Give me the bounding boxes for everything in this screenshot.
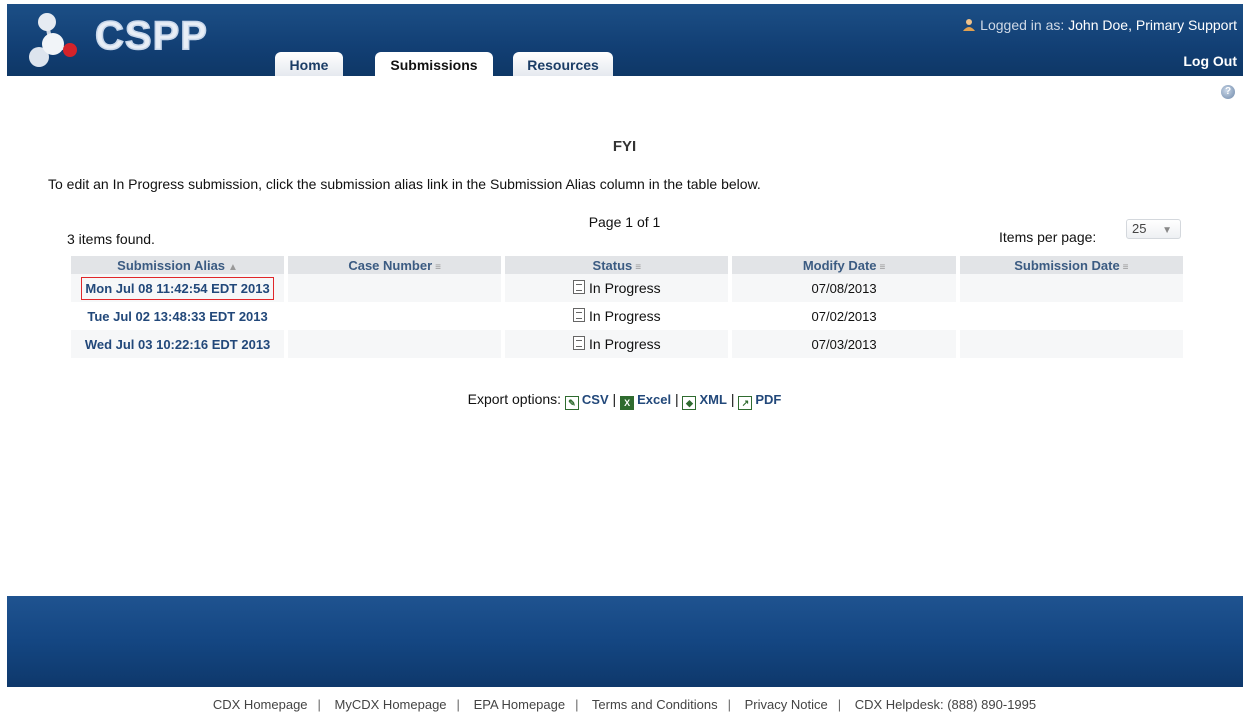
login-prefix: Logged in as: xyxy=(980,17,1065,33)
footer-separator: | xyxy=(456,697,460,712)
table-row: Wed Jul 03 10:22:16 EDT 2013 In Progress… xyxy=(71,330,1183,358)
footer-separator: | xyxy=(727,697,732,712)
instructions-text: To edit an In Progress submission, click… xyxy=(48,176,761,192)
column-header-submission-alias[interactable]: Submission Alias ▲ xyxy=(71,256,285,274)
modify-date-cell: 07/03/2013 xyxy=(732,330,956,358)
footer-separator: | xyxy=(317,697,321,712)
logout-link[interactable]: Log Out xyxy=(1183,53,1237,69)
status-text: In Progress xyxy=(589,280,661,296)
items-per-page-select[interactable]: 25 ▼ xyxy=(1126,219,1181,239)
items-per-page-label: Items per page: xyxy=(999,229,1097,245)
submission-alias-link[interactable]: Wed Jul 03 10:22:16 EDT 2013 xyxy=(85,337,270,352)
case-number-cell xyxy=(288,302,501,330)
footer-link-helpdesk[interactable]: CDX Helpdesk: (888) 890-1995 xyxy=(855,697,1036,712)
footer-separator: | xyxy=(837,697,842,712)
status-cell: In Progress xyxy=(505,274,729,302)
submission-alias-cell: Tue Jul 02 13:48:33 EDT 2013 xyxy=(71,302,284,330)
status-text: In Progress xyxy=(589,308,661,324)
pdf-icon[interactable]: ↗ xyxy=(738,396,753,410)
tab-home[interactable]: Home xyxy=(275,52,343,76)
submissions-table: Submission Alias ▲ Case Number ≡ Status ≡ M… xyxy=(67,256,1187,358)
modify-date-cell: 07/08/2013 xyxy=(732,274,956,302)
footer-separator: | xyxy=(575,697,579,712)
submission-alias-cell: Wed Jul 03 10:22:16 EDT 2013 xyxy=(71,330,285,358)
table-row: Mon Jul 08 11:42:54 EDT 2013 In Progress… xyxy=(71,274,1183,302)
user-name: John Doe, Primary Support xyxy=(1068,17,1237,33)
submission-alias-link[interactable]: Mon Jul 08 11:42:54 EDT 2013 xyxy=(81,276,274,300)
footer-links: CDX Homepage | MyCDX Homepage | EPA Homepa… xyxy=(0,697,1249,712)
footer-link-epa-homepage[interactable]: EPA Homepage xyxy=(474,697,566,712)
help-icon[interactable]: ? xyxy=(1221,85,1235,99)
submission-date-cell xyxy=(959,274,1183,302)
footer-link-cdx-homepage[interactable]: CDX Homepage xyxy=(213,697,308,712)
column-header-submission-date[interactable]: Submission Date ≡ xyxy=(959,256,1183,274)
sort-icon: ≡ xyxy=(1122,261,1129,273)
tab-resources[interactable]: Resources xyxy=(513,52,613,76)
sort-asc-icon: ▲ xyxy=(228,261,238,273)
document-icon xyxy=(573,280,586,294)
items-per-page-value: 25 xyxy=(1132,221,1147,236)
table-row: Tue Jul 02 13:48:33 EDT 2013 In Progress… xyxy=(71,302,1183,330)
submission-alias-cell: Mon Jul 08 11:42:54 EDT 2013 xyxy=(71,274,285,302)
footer-link-privacy[interactable]: Privacy Notice xyxy=(745,697,828,712)
sort-icon: ≡ xyxy=(635,261,642,273)
logo-text: CSPP xyxy=(94,13,208,59)
csv-icon[interactable]: ✎ xyxy=(564,396,579,410)
user-icon xyxy=(963,19,976,31)
submission-date-cell xyxy=(959,330,1183,358)
document-icon xyxy=(573,308,586,322)
footer-band xyxy=(7,596,1243,687)
column-header-modify-date[interactable]: Modify Date ≡ xyxy=(732,256,956,274)
footer-link-terms[interactable]: Terms and Conditions xyxy=(592,697,718,712)
export-options: Export options: ✎ CSV | X Excel | ◆ XML | ↗… xyxy=(467,391,782,410)
export-pdf-link[interactable]: PDF xyxy=(755,392,781,407)
document-icon xyxy=(573,336,586,350)
items-found-count: 3 items found. xyxy=(67,231,155,247)
status-cell: In Progress xyxy=(505,302,728,330)
status-text: In Progress xyxy=(589,336,661,352)
export-excel-link[interactable]: Excel xyxy=(637,392,671,407)
header-bar: CSPP Home Submissions Resources Logged i… xyxy=(7,4,1243,76)
column-header-status[interactable]: Status ≡ xyxy=(505,256,729,274)
submission-date-cell xyxy=(960,302,1183,330)
page-title: FYI xyxy=(612,138,637,155)
case-number-cell xyxy=(288,330,502,358)
export-label: Export options: xyxy=(467,391,562,407)
excel-icon[interactable]: X xyxy=(620,396,635,410)
table-header-row: Submission Alias ▲ Case Number ≡ Status ≡ M… xyxy=(71,256,1183,274)
status-cell: In Progress xyxy=(505,330,729,358)
submission-alias-link[interactable]: Tue Jul 02 13:48:33 EDT 2013 xyxy=(87,309,267,324)
sort-icon: ≡ xyxy=(435,261,441,273)
column-header-case-number[interactable]: Case Number ≡ xyxy=(288,256,502,274)
case-number-cell xyxy=(288,274,502,302)
login-status: Logged in as: John Doe, Primary Support xyxy=(962,17,1237,33)
sort-icon: ≡ xyxy=(879,261,886,273)
modify-date-cell: 07/02/2013 xyxy=(811,308,877,324)
export-csv-link[interactable]: CSV xyxy=(582,392,609,407)
xml-icon[interactable]: ◆ xyxy=(682,396,697,410)
cspp-logo[interactable]: CSPP xyxy=(25,10,215,67)
footer-link-mycdx-homepage[interactable]: MyCDX Homepage xyxy=(335,697,447,712)
chevron-down-icon: ▼ xyxy=(1162,225,1172,236)
export-xml-link[interactable]: XML xyxy=(699,392,726,407)
page-info: Page 1 of 1 xyxy=(588,214,661,230)
tab-submissions[interactable]: Submissions xyxy=(375,52,493,76)
molecule-logo-icon xyxy=(29,13,77,67)
